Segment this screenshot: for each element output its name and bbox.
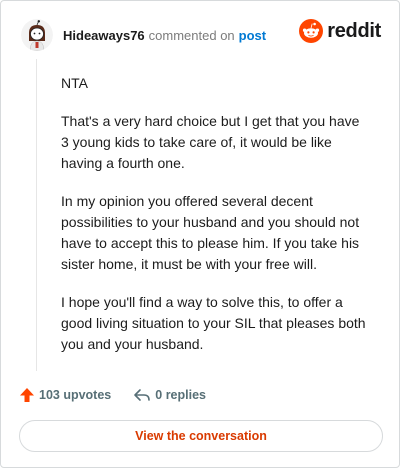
reply-arrow-icon bbox=[134, 389, 151, 401]
replies-button[interactable]: 0 replies bbox=[133, 387, 206, 403]
comment-paragraph: NTA bbox=[61, 75, 88, 91]
reddit-snoo-icon bbox=[299, 19, 324, 43]
upvotes-count: 103 upvotes bbox=[39, 388, 112, 402]
upvote-arrow-icon bbox=[20, 388, 34, 402]
comment-actions: 103 upvotes 0 replies bbox=[19, 387, 206, 403]
comment-body: NTA That's a very hard choice but I get … bbox=[61, 73, 371, 372]
thread-line[interactable] bbox=[36, 59, 37, 371]
avatar[interactable] bbox=[21, 19, 53, 51]
replies-count: 0 replies bbox=[155, 388, 206, 402]
comment-paragraph: That's a very hard choice but I get that… bbox=[61, 113, 360, 171]
commented-on-text: commented on bbox=[148, 27, 235, 43]
comment-header: Hideaways76 commented on post bbox=[21, 17, 266, 53]
post-link[interactable]: post bbox=[239, 28, 266, 43]
view-conversation-button[interactable]: View the conversation bbox=[19, 420, 383, 452]
comment-card: Hideaways76 commented on post reddit NTA… bbox=[0, 0, 400, 468]
reddit-wordmark: reddit bbox=[327, 19, 381, 42]
header-text: Hideaways76 commented on post bbox=[63, 28, 266, 43]
username-link[interactable]: Hideaways76 bbox=[63, 28, 145, 43]
comment-paragraph: In my opinion you offered several decent… bbox=[61, 193, 360, 272]
comment-paragraph: I hope you'll find a way to solve this, … bbox=[61, 294, 366, 352]
upvote-button[interactable]: 103 upvotes bbox=[19, 387, 111, 403]
reddit-logo[interactable]: reddit bbox=[299, 19, 381, 43]
avatar-icon bbox=[21, 19, 53, 51]
